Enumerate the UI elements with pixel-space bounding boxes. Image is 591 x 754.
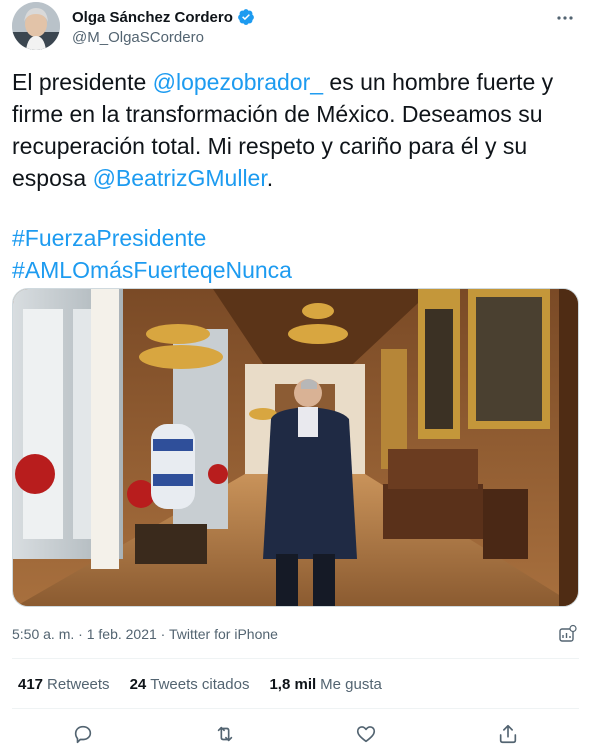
handle[interactable]: @M_OlgaSCordero — [72, 29, 204, 46]
divider — [12, 658, 579, 659]
tweet-text-part: . — [266, 165, 274, 191]
name-row: Olga Sánchez Cordero — [72, 8, 255, 26]
hashtag-amlomasfuertequenunca[interactable]: #AMLOmásFuerteqeNunca — [12, 254, 579, 286]
tweet-text: El presidente @lopezobrador_ es un hombr… — [12, 66, 579, 286]
tweet-line-3: recuperación total. Mi respeto y cariño … — [12, 133, 528, 159]
like-icon[interactable] — [354, 722, 378, 746]
tweet-meta: 5:50 a. m. · 1 feb. 2021 · Twitter for i… — [12, 626, 278, 642]
meta-separator: · — [74, 626, 87, 642]
tweet-line-4: esposa @BeatrizGMuller. — [12, 162, 579, 194]
verified-badge-icon — [237, 8, 255, 26]
avatar[interactable] — [12, 2, 60, 50]
tweet-photo[interactable] — [12, 288, 579, 607]
analytics-icon[interactable] — [557, 624, 577, 644]
likes-stat[interactable]: 1,8 mil Me gusta — [269, 676, 381, 693]
meta-separator: · — [156, 626, 169, 642]
tweet-text-part: El presidente — [12, 69, 153, 95]
likes-label: Me gusta — [320, 676, 382, 693]
retweets-stat[interactable]: 417 Retweets — [18, 676, 110, 693]
reply-icon[interactable] — [71, 722, 95, 746]
tweet-text-part: esposa — [12, 165, 93, 191]
quote-tweets-stat[interactable]: 24 Tweets citados — [130, 676, 250, 693]
tweet-date[interactable]: 1 feb. 2021 — [87, 626, 157, 642]
retweets-label: Retweets — [47, 676, 110, 693]
more-options-icon[interactable] — [553, 6, 577, 30]
display-name[interactable]: Olga Sánchez Cordero — [72, 9, 233, 26]
quote-tweets-label: Tweets citados — [150, 676, 250, 693]
likes-count: 1,8 mil — [269, 676, 317, 693]
retweet-icon[interactable] — [213, 722, 237, 746]
mention-lopezobrador[interactable]: @lopezobrador_ — [153, 69, 323, 95]
tweet-source[interactable]: Twitter for iPhone — [169, 626, 278, 642]
divider — [12, 708, 579, 709]
tweet-time[interactable]: 5:50 a. m. — [12, 626, 74, 642]
hashtag-fuerzapresidente[interactable]: #FuerzaPresidente — [12, 222, 579, 254]
tweet-header: Olga Sánchez Cordero @M_OlgaSCordero — [12, 2, 579, 56]
quote-tweets-count: 24 — [129, 676, 147, 693]
tweet-line-1: El presidente @lopezobrador_ es un hombr… — [12, 66, 579, 98]
engagement-stats: 417 Retweets 24 Tweets citados 1,8 mil Me g… — [18, 676, 382, 693]
tweet-line-2: firme en la transformación de México. De… — [12, 101, 543, 127]
action-bar — [12, 720, 579, 748]
tweet-text-part: es un hombre fuerte y — [323, 69, 554, 95]
share-icon[interactable] — [496, 722, 520, 746]
mention-beatrizgmuller[interactable]: @BeatrizGMuller — [93, 165, 267, 191]
retweets-count: 417 — [18, 676, 44, 693]
